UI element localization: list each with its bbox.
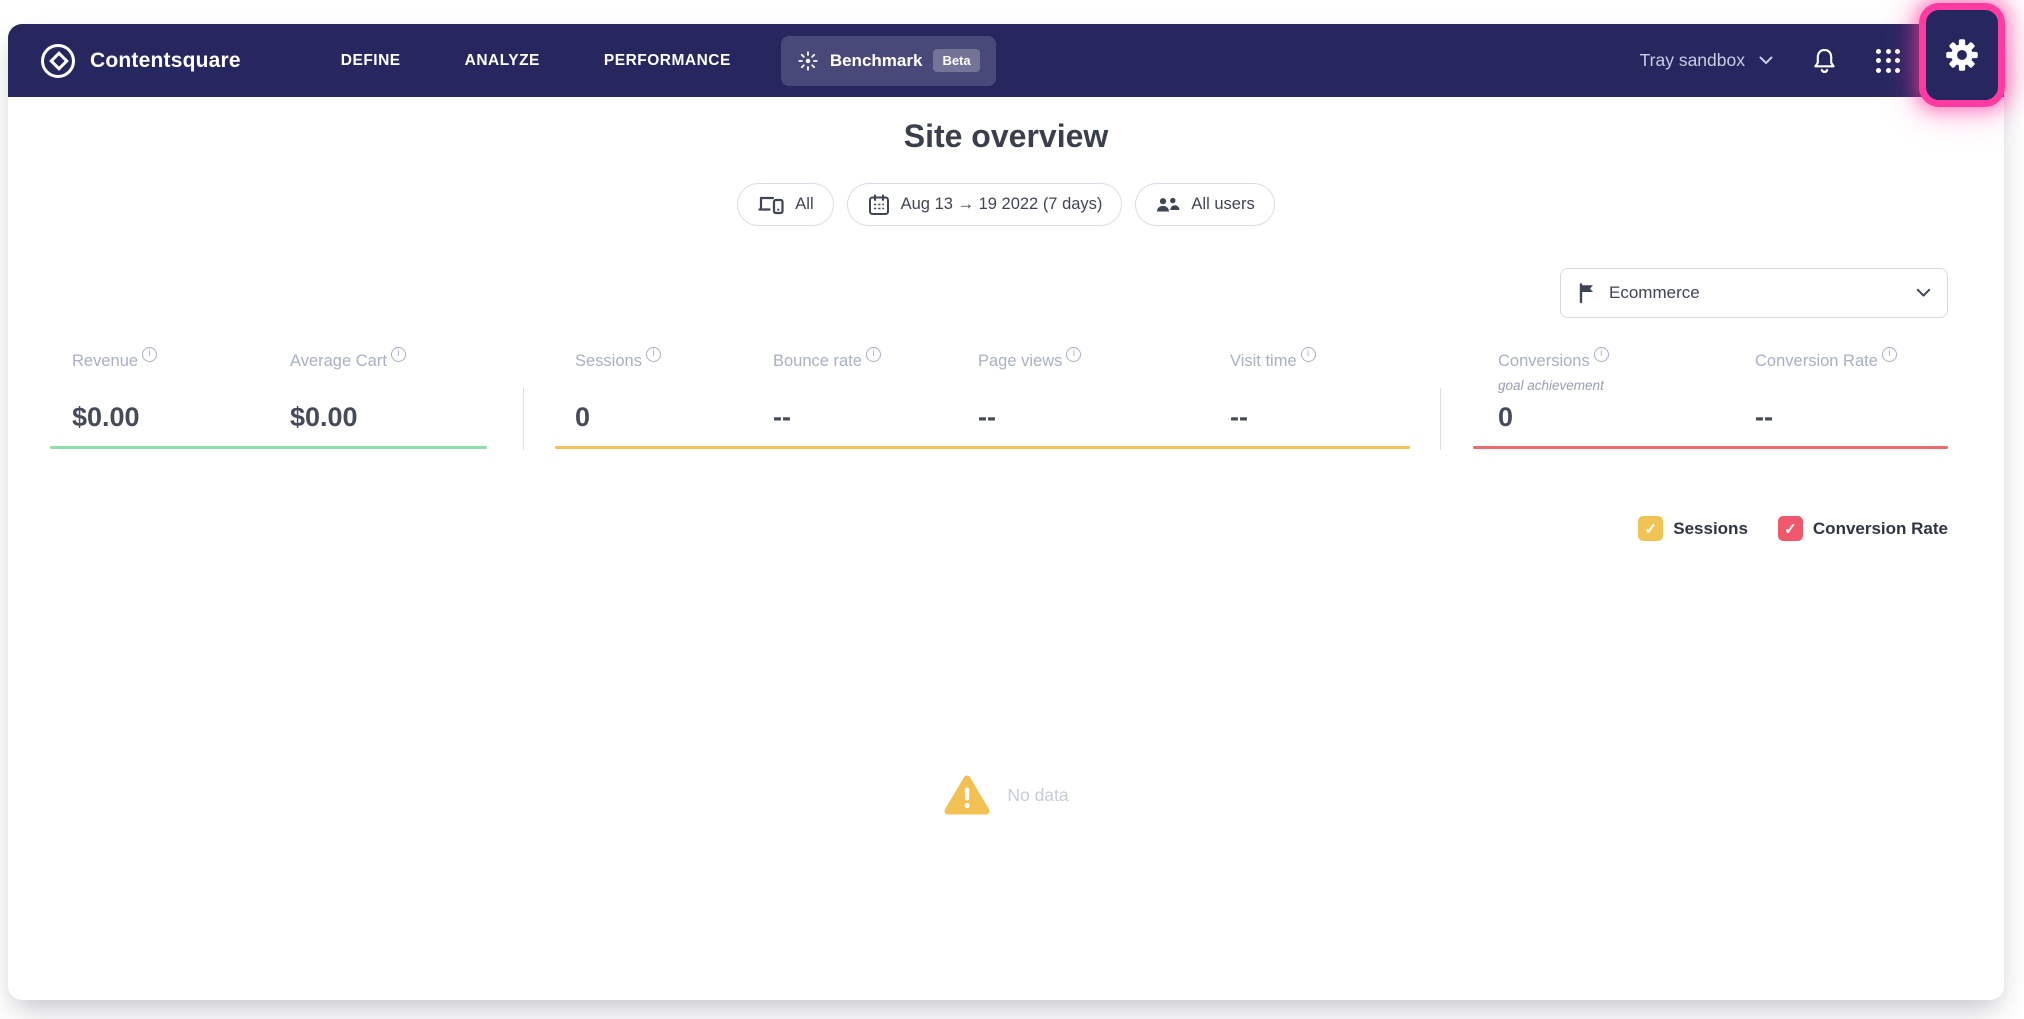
checkbox-sessions[interactable]: ✓: [1638, 516, 1664, 541]
goal-template-value: Ecommerce: [1609, 283, 1700, 302]
legend-label: Sessions: [1673, 518, 1748, 538]
metric-label: Visit time: [1230, 352, 1297, 370]
metric-value: --: [978, 402, 996, 432]
gear-icon: [1944, 37, 1980, 73]
bell-icon: [1811, 46, 1838, 75]
devices-icon: [757, 195, 785, 215]
goal-template-select[interactable]: Ecommerce: [1560, 268, 1948, 318]
metric-label: Average Cart: [290, 352, 387, 370]
metric-value: 0: [1498, 402, 1514, 432]
grid-icon: [1876, 48, 1900, 73]
date-range-button[interactable]: Aug 13 → 19 2022 (7 days): [846, 183, 1123, 226]
checkbox-conversion-rate[interactable]: ✓: [1777, 516, 1803, 541]
metric-sublabel: goal achievement: [1498, 378, 1604, 393]
chevron-down-icon: [1759, 56, 1773, 65]
traffic-group-underline: [555, 446, 1410, 449]
metric-value: --: [773, 402, 791, 432]
metric-sessions: Sessions i 0: [575, 347, 661, 432]
account-name: Tray sandbox: [1639, 50, 1745, 70]
account-switcher[interactable]: Tray sandbox: [1640, 50, 1773, 71]
top-navigation: Contentsquare DEFINE ANALYZE PERFORMANCE…: [8, 24, 2004, 97]
info-icon[interactable]: i: [1881, 347, 1897, 362]
metric-value: $0.00: [290, 402, 358, 432]
audience-filter-button[interactable]: All users: [1135, 183, 1275, 226]
metric-label: Conversion Rate: [1755, 352, 1878, 370]
app-window: Contentsquare DEFINE ANALYZE PERFORMANCE…: [8, 24, 2004, 1000]
info-icon[interactable]: i: [1300, 347, 1316, 362]
scope-filters: All Aug 13 → 19 2022 (7 days) All users: [8, 183, 2004, 226]
metric-label: Sessions: [575, 352, 642, 370]
chevron-down-icon: [1916, 288, 1931, 298]
contentsquare-logo-icon: [38, 41, 78, 81]
flag-icon: [1577, 282, 1597, 304]
apps-grid-button[interactable]: [1876, 48, 1900, 73]
sparkle-icon: [797, 50, 819, 72]
metric-divider: [523, 388, 524, 450]
main-menu: DEFINE ANALYZE PERFORMANCE: [341, 52, 731, 70]
warning-triangle-icon: [943, 774, 991, 816]
info-icon[interactable]: i: [1066, 347, 1082, 362]
chart-legend: ✓ Sessions ✓ Conversion Rate: [1638, 516, 1948, 541]
metric-label: Revenue: [72, 352, 139, 370]
brand[interactable]: Contentsquare: [38, 41, 241, 81]
conversion-group-underline: [1473, 446, 1948, 449]
metric-value: $0.00: [72, 402, 140, 432]
info-icon[interactable]: i: [645, 347, 661, 362]
benchmark-button[interactable]: Benchmark Beta: [780, 35, 996, 86]
date-range-value: Aug 13 → 19 2022 (7 days): [900, 195, 1103, 213]
empty-state-text: No data: [1007, 784, 1069, 805]
metric-label: Conversions: [1498, 352, 1590, 370]
settings-button[interactable]: [1944, 37, 1980, 73]
device-filter-button[interactable]: All: [737, 183, 834, 226]
metric-value: 0: [575, 402, 591, 432]
metric-label: Bounce rate: [773, 352, 862, 370]
brand-name: Contentsquare: [90, 48, 241, 72]
info-icon[interactable]: i: [1593, 347, 1609, 362]
benchmark-label: Benchmark: [829, 50, 923, 70]
device-filter-value: All: [795, 195, 814, 213]
page-title: Site overview: [903, 118, 1109, 154]
metric-bounce-rate: Bounce rate i --: [773, 347, 881, 432]
nav-item-define[interactable]: DEFINE: [341, 52, 401, 70]
legend-sessions[interactable]: ✓ Sessions: [1638, 516, 1748, 541]
info-icon[interactable]: i: [390, 347, 406, 362]
metric-conversions: Conversions i goal achievement 0: [1498, 347, 1609, 432]
settings-highlight-annotation: [1919, 3, 2005, 107]
metric-visit-time: Visit time i --: [1230, 347, 1316, 432]
metric-average-cart: Average Cart i $0.00: [290, 347, 406, 432]
metric-value: --: [1755, 402, 1773, 432]
legend-conversion-rate[interactable]: ✓ Conversion Rate: [1777, 516, 1948, 541]
metric-divider: [1440, 388, 1441, 450]
info-icon[interactable]: i: [142, 347, 158, 362]
metric-revenue: Revenue i $0.00: [72, 347, 158, 432]
metric-page-views: Page views i --: [978, 347, 1082, 432]
chart-empty-state: No data: [8, 774, 2004, 816]
revenue-group-underline: [50, 446, 487, 449]
legend-label: Conversion Rate: [1812, 518, 1948, 538]
calendar-icon: [867, 193, 891, 217]
metric-label: Page views: [978, 352, 1063, 370]
nav-item-analyze[interactable]: ANALYZE: [465, 52, 540, 70]
beta-badge: Beta: [933, 49, 980, 72]
nav-item-performance[interactable]: PERFORMANCE: [604, 52, 731, 70]
notifications-button[interactable]: [1811, 46, 1838, 75]
users-icon: [1155, 196, 1181, 214]
info-icon[interactable]: i: [865, 347, 881, 362]
metric-value: --: [1230, 402, 1248, 432]
audience-filter-value: All users: [1191, 195, 1255, 213]
metric-conversion-rate: Conversion Rate i --: [1755, 347, 1897, 432]
